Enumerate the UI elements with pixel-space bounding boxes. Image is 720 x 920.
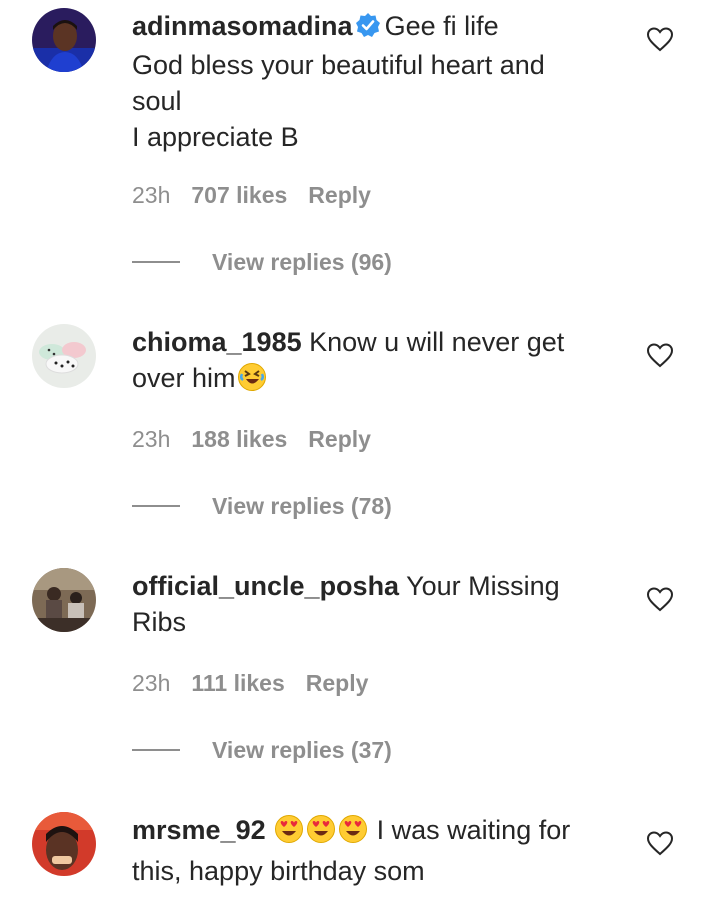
comment-body: official_uncle_posha Your Missing Ribs [132,568,602,640]
comment-text: Ribs [132,607,187,637]
likes-count[interactable]: 707 likes [191,182,287,208]
verified-badge-icon [355,11,381,47]
heart-eyes-emoji-icon [306,814,336,853]
avatar[interactable] [32,324,96,388]
comment-text: Know u will never get [309,327,565,357]
view-replies-label: View replies (37) [212,737,392,763]
heart-icon[interactable] [646,830,674,856]
comment-text: this, happy birthday som [132,856,425,886]
comment-meta: 23h 707 likes Reply [132,182,392,209]
avatar[interactable] [32,812,96,876]
heart-icon[interactable] [646,586,674,612]
heart-eyes-emoji-icon [338,814,368,853]
comment-text: Your Missing [406,571,560,601]
reply-button[interactable]: Reply [306,670,369,696]
view-replies-button[interactable]: View replies (78) [132,493,392,520]
comment-time: 23h [132,182,171,208]
comment-text: God bless your beautiful heart and [132,50,545,80]
divider-line [132,748,180,751]
likes-count[interactable]: 188 likes [191,426,287,452]
divider-line [132,260,180,263]
avatar[interactable] [32,8,96,72]
view-replies-label: View replies (96) [212,249,392,275]
comment-time: 23h [132,426,171,452]
heart-icon[interactable] [646,26,674,52]
comment-text: Gee fi life [384,11,499,41]
view-replies-button[interactable]: View replies (37) [132,737,392,764]
comment-meta: 23h 111 likes Reply [132,670,389,697]
comment-text: I was waiting for [376,815,571,845]
comment-username[interactable]: official_uncle_posha [132,571,399,601]
comment-meta: 23h 188 likes Reply [132,426,392,453]
comment-body: mrsme_92 I was waiting for this, happy b… [132,812,602,889]
heart-icon[interactable] [646,342,674,368]
comment-text: I appreciate B [132,122,299,152]
comment-username[interactable]: chioma_1985 [132,327,302,357]
view-replies-button[interactable]: View replies (96) [132,249,392,276]
comment-username[interactable]: mrsme_92 [132,815,266,845]
reply-button[interactable]: Reply [308,426,371,452]
comment-time: 23h [132,670,171,696]
comment-text: over him [132,363,236,393]
reply-button[interactable]: Reply [308,182,371,208]
comment-body: adinmasomadina Gee fi life God bless your… [132,8,602,155]
comment-username[interactable]: adinmasomadina [132,11,353,41]
avatar[interactable] [32,568,96,632]
likes-count[interactable]: 111 likes [191,670,284,696]
heart-eyes-emoji-icon [274,814,304,853]
comment-body: chioma_1985 Know u will never get over h… [132,324,602,401]
view-replies-label: View replies (78) [212,493,392,519]
divider-line [132,504,180,507]
rolling-laughing-emoji-icon [237,362,267,401]
comment-text: soul [132,86,182,116]
